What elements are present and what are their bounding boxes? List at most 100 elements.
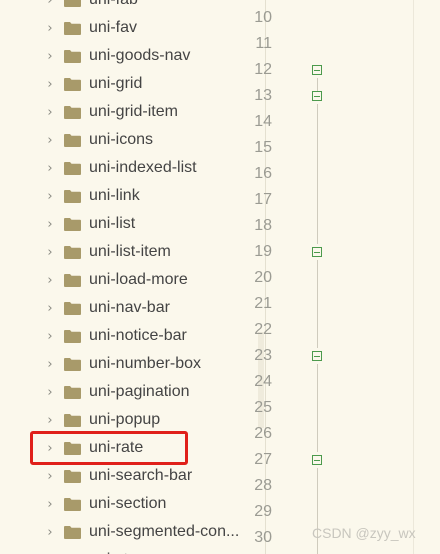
tree-item-label: uni-indexed-list bbox=[89, 159, 197, 176]
fold-collapse-icon[interactable] bbox=[312, 91, 322, 101]
tree-item-label: uni-fav bbox=[89, 19, 138, 36]
gutter-line: 24 bbox=[254, 369, 336, 395]
chevron-right-icon[interactable]: › bbox=[44, 154, 56, 182]
chevron-right-icon[interactable]: › bbox=[44, 406, 56, 434]
folder-icon bbox=[64, 50, 81, 63]
tree-item-label: uni-load-more bbox=[89, 271, 188, 288]
tree-item[interactable]: › uni-search-bar bbox=[0, 462, 266, 490]
gutter-line: 29 bbox=[254, 499, 336, 525]
tree-item[interactable]: › uni-popup bbox=[0, 406, 266, 434]
tree-item[interactable]: › uni-nav-bar bbox=[0, 294, 266, 322]
gutter-line: 19 bbox=[254, 239, 336, 265]
chevron-right-icon[interactable]: › bbox=[44, 14, 56, 42]
chevron-right-icon[interactable]: › bbox=[44, 378, 56, 406]
tree-item-label: uni-section bbox=[89, 495, 167, 512]
watermark: CSDN @zyy_wx bbox=[312, 525, 416, 541]
line-number: 29 bbox=[254, 503, 272, 520]
tree-item-label: uni-pagination bbox=[89, 383, 190, 400]
folder-icon bbox=[64, 302, 81, 315]
folder-icon bbox=[64, 330, 81, 343]
chevron-right-icon[interactable]: › bbox=[44, 350, 56, 378]
tree-item[interactable]: › uni-notice-bar bbox=[0, 322, 266, 350]
gutter-line: 25 bbox=[254, 395, 336, 421]
chevron-right-icon[interactable]: › bbox=[44, 322, 56, 350]
tree-item[interactable]: › uni-indexed-list bbox=[0, 154, 266, 182]
line-number: 28 bbox=[254, 477, 272, 494]
tree-item[interactable]: › uni-segmented-con... bbox=[0, 518, 266, 546]
tree-item[interactable]: › uni-grid-item bbox=[0, 98, 266, 126]
line-number: 13 bbox=[254, 87, 272, 104]
gutter-line: 27 bbox=[254, 447, 336, 473]
tree-item-label: uni-number-box bbox=[89, 355, 202, 372]
tree-item[interactable]: › uni-link bbox=[0, 182, 266, 210]
line-number: 15 bbox=[254, 139, 272, 156]
line-number: 14 bbox=[254, 113, 272, 130]
chevron-right-icon[interactable]: › bbox=[44, 518, 56, 546]
tree-item[interactable]: › uni-number-box bbox=[0, 350, 266, 378]
chevron-right-icon[interactable]: › bbox=[44, 266, 56, 294]
line-number: 30 bbox=[254, 529, 272, 546]
line-number: 17 bbox=[254, 191, 272, 208]
gutter-line: 14 bbox=[254, 109, 336, 135]
tree-item[interactable]: › uni-list bbox=[0, 210, 266, 238]
chevron-right-icon[interactable]: › bbox=[44, 98, 56, 126]
chevron-right-icon[interactable]: › bbox=[44, 490, 56, 518]
tree-item-label: uni-segmented-con... bbox=[89, 523, 240, 540]
tree-item[interactable]: › uni-grid bbox=[0, 70, 266, 98]
tree-item[interactable]: › uni-fab bbox=[0, 0, 266, 14]
folder-icon bbox=[64, 22, 81, 35]
gutter-line: 12 bbox=[254, 57, 336, 83]
gutter-line: 13 bbox=[254, 83, 336, 109]
folder-icon bbox=[64, 246, 81, 259]
line-number: 18 bbox=[254, 217, 272, 234]
editor-margin-line bbox=[413, 0, 414, 554]
line-number: 21 bbox=[254, 295, 272, 312]
tree-item[interactable]: › uni-icons bbox=[0, 126, 266, 154]
fold-collapse-icon[interactable] bbox=[312, 455, 322, 465]
chevron-right-icon[interactable]: › bbox=[44, 238, 56, 266]
folder-icon bbox=[64, 218, 81, 231]
tree-item-label: uni-list bbox=[89, 215, 136, 232]
tree-item[interactable]: › uni-section bbox=[0, 490, 266, 518]
folder-icon bbox=[64, 190, 81, 203]
tree-item-label: uni-icons bbox=[89, 131, 154, 148]
gutter-line: 28 bbox=[254, 473, 336, 499]
gutter-line: 18 bbox=[254, 213, 336, 239]
tree-item-label: uni-search-bar bbox=[89, 467, 193, 484]
line-number: 11 bbox=[255, 35, 272, 52]
tree-item[interactable]: › uni-fav bbox=[0, 14, 266, 42]
chevron-right-icon[interactable]: › bbox=[44, 42, 56, 70]
chevron-right-icon[interactable]: › bbox=[44, 0, 56, 14]
tree-item[interactable]: › uni-list-item bbox=[0, 238, 266, 266]
chevron-right-icon[interactable]: › bbox=[44, 462, 56, 490]
folder-icon bbox=[64, 274, 81, 287]
tree-item-label: uni-fab bbox=[89, 0, 138, 14]
tree-item[interactable]: › uni-goods-nav bbox=[0, 42, 266, 70]
gutter-line: 15 bbox=[254, 135, 336, 161]
gutter-line: 16 bbox=[254, 161, 336, 187]
fold-collapse-icon[interactable] bbox=[312, 65, 322, 75]
tree-item[interactable]: › uni-steps bbox=[0, 546, 266, 554]
gutter-line: 20 bbox=[254, 265, 336, 291]
chevron-right-icon[interactable]: › bbox=[44, 294, 56, 322]
fold-collapse-icon[interactable] bbox=[312, 247, 322, 257]
chevron-right-icon[interactable]: › bbox=[44, 546, 56, 554]
chevron-right-icon[interactable]: › bbox=[44, 182, 56, 210]
folder-icon bbox=[64, 78, 81, 91]
chevron-right-icon[interactable]: › bbox=[44, 210, 56, 238]
tree-item[interactable]: › uni-pagination bbox=[0, 378, 266, 406]
folder-icon bbox=[64, 0, 81, 7]
line-number: 10 bbox=[254, 9, 272, 26]
line-number: 25 bbox=[254, 399, 272, 416]
tree-item-label: uni-goods-nav bbox=[89, 47, 191, 64]
fold-collapse-icon[interactable] bbox=[312, 351, 322, 361]
folder-icon bbox=[64, 134, 81, 147]
folder-icon bbox=[64, 106, 81, 119]
chevron-right-icon[interactable]: › bbox=[44, 126, 56, 154]
gutter-line: 10 bbox=[254, 5, 336, 31]
folder-icon bbox=[64, 386, 81, 399]
line-number: 26 bbox=[254, 425, 272, 442]
chevron-right-icon[interactable]: › bbox=[44, 70, 56, 98]
tree-item[interactable]: › uni-load-more bbox=[0, 266, 266, 294]
line-number: 22 bbox=[254, 321, 272, 338]
